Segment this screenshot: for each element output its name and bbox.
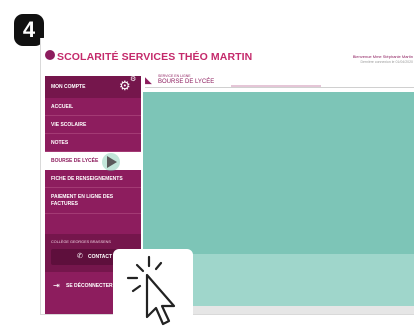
student-name: THÉO MARTIN bbox=[178, 51, 253, 63]
logout-icon[interactable]: ⇥ bbox=[53, 281, 60, 290]
pointer-cursor-icon bbox=[145, 273, 176, 326]
content-area bbox=[143, 92, 414, 254]
app-screen: SCOLARITÉ SERVICES THÉO MARTIN Bienvenue… bbox=[40, 38, 414, 315]
click-burst-icon bbox=[126, 255, 176, 326]
sidebar-item-label: NOTES bbox=[51, 140, 69, 146]
app-name: SCOLARITÉ SERVICES bbox=[57, 51, 176, 63]
gear-icon: ⚙ bbox=[130, 76, 137, 83]
page-title: BOURSE DE LYCÉE bbox=[158, 79, 215, 85]
sidebar-item-paiement[interactable]: PAIEMENT EN LIGNE DES FACTURES bbox=[45, 188, 141, 214]
pointer-cursor-icon bbox=[107, 156, 117, 168]
sidebar-item-label: PAIEMENT EN LIGNE DES FACTURES bbox=[51, 194, 114, 207]
sidebar-item-label: ACCUEIL bbox=[51, 104, 74, 110]
contact-label: CONTACT bbox=[88, 254, 113, 260]
sidebar-item-bourse-de-lycee[interactable]: BOURSE DE LYCÉE bbox=[45, 152, 141, 171]
sidebar-item-accueil[interactable]: ACCUEIL bbox=[45, 98, 141, 116]
account-menu[interactable]: MON COMPTE ⚙ ⚙ bbox=[45, 76, 141, 98]
breadcrumb-service: SERVICE EN LIGNE bbox=[158, 74, 191, 78]
sidebar-item-fiche-de-renseignements[interactable]: FICHE DE RENSEIGNEMENTS bbox=[45, 170, 141, 188]
sidebar-item-label: VIE SCOLAIRE bbox=[51, 122, 87, 128]
breadcrumb-arrow-icon: ◣ bbox=[145, 75, 152, 85]
header: SCOLARITÉ SERVICES THÉO MARTIN Bienvenue… bbox=[41, 38, 414, 76]
school-name: COLLÈGE GEORGES BRASSENS bbox=[51, 240, 111, 244]
divider bbox=[145, 87, 414, 88]
logo-icon bbox=[45, 50, 55, 60]
gear-icon[interactable]: ⚙ bbox=[119, 79, 131, 92]
cursor-callout bbox=[113, 249, 193, 331]
account-label: MON COMPTE bbox=[51, 84, 86, 90]
sidebar-item-vie-scolaire[interactable]: VIE SCOLAIRE bbox=[45, 116, 141, 134]
greeting-text: Bienvenue Mme Stéphanie Martin bbox=[352, 54, 413, 59]
sidebar-item-notes[interactable]: NOTES bbox=[45, 134, 141, 152]
sidebar-item-label: BOURSE DE LYCÉE bbox=[51, 158, 99, 164]
phone-icon: ✆ bbox=[77, 253, 83, 260]
app-title: SCOLARITÉ SERVICES THÉO MARTIN bbox=[57, 51, 252, 63]
last-login-text: Dernière connexion le 01/04/2020 bbox=[360, 60, 413, 64]
divider-accent bbox=[231, 85, 321, 87]
sidebar-item-label: FICHE DE RENSEIGNEMENTS bbox=[51, 176, 123, 182]
logout-link[interactable]: SE DÉCONNECTER bbox=[66, 283, 113, 289]
